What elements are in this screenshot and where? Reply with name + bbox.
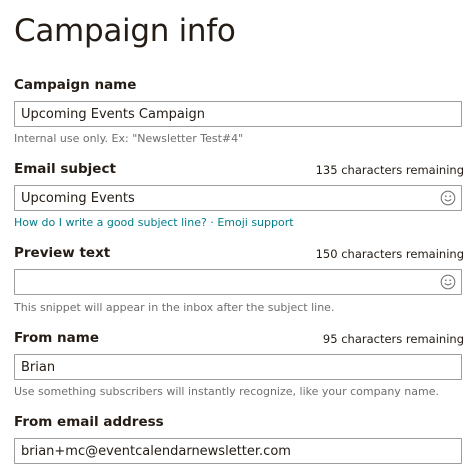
preview-text-help: This snippet will appear in the inbox af… <box>14 301 335 314</box>
from-name-field[interactable] <box>14 354 462 380</box>
preview-text-field[interactable] <box>14 269 462 295</box>
from-name-help: Use something subscribers will instantly… <box>14 385 439 398</box>
email-subject-remaining: 135 characters remaining <box>315 163 464 177</box>
email-subject-input[interactable] <box>21 186 431 210</box>
from-name-label: From name <box>14 330 100 346</box>
link-separator: · <box>210 216 214 229</box>
emoji-smiley-icon[interactable] <box>440 274 456 290</box>
campaign-name-field[interactable] <box>14 101 462 127</box>
email-subject-links: How do I write a good subject line? · Em… <box>14 216 294 229</box>
preview-text-label: Preview text <box>14 245 111 261</box>
from-email-input[interactable] <box>21 439 431 463</box>
preview-text-input[interactable] <box>21 270 431 294</box>
subject-line-help-link[interactable]: How do I write a good subject line? <box>14 216 207 229</box>
email-subject-label: Email subject <box>14 161 116 177</box>
emoji-smiley-icon[interactable] <box>440 190 456 206</box>
campaign-info-page: Campaign info Campaign name Internal use… <box>0 0 474 476</box>
page-title: Campaign info <box>14 13 236 49</box>
emoji-support-link[interactable]: Emoji support <box>217 216 293 229</box>
from-name-input[interactable] <box>21 355 431 379</box>
campaign-name-help: Internal use only. Ex: "Newsletter Test#… <box>14 132 244 145</box>
preview-text-remaining: 150 characters remaining <box>315 247 464 261</box>
from-email-field[interactable] <box>14 438 462 464</box>
from-email-label: From email address <box>14 414 164 430</box>
campaign-name-label: Campaign name <box>14 77 137 93</box>
campaign-name-input[interactable] <box>21 102 431 126</box>
from-name-remaining: 95 characters remaining <box>322 332 464 346</box>
email-subject-field[interactable] <box>14 185 462 211</box>
